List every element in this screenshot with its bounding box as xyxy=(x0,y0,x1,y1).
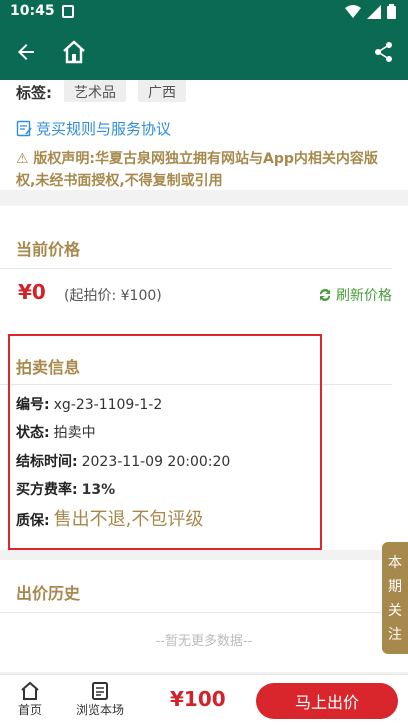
item-meta-section: 标签: 艺术品 广西 竞买规则与服务协议 ⚠ 版权声明:华夏古泉网独立拥有网站与… xyxy=(0,80,408,190)
end-time-value: 2023-11-09 20:00:20 xyxy=(81,454,231,470)
home-tab[interactable]: 首页 xyxy=(18,681,42,718)
follow-tab-char: 注 xyxy=(388,627,402,643)
sim-icon xyxy=(62,5,74,18)
status-row: 状态: 拍卖中 xyxy=(16,422,96,442)
lot-number-key: 编号: xyxy=(16,397,50,413)
wifi-icon xyxy=(345,4,361,18)
price-section-title: 当前价格 xyxy=(16,240,81,259)
divider xyxy=(0,612,392,613)
auction-info-title: 拍卖信息 xyxy=(16,358,81,377)
share-button[interactable] xyxy=(366,34,402,70)
home-icon xyxy=(63,40,85,64)
share-icon xyxy=(375,42,392,62)
divider xyxy=(0,384,392,385)
status-time: 10:45 xyxy=(10,3,55,19)
system-icons xyxy=(345,4,396,19)
lot-number-row: 编号: xg-23-1109-1-2 xyxy=(16,394,162,414)
bid-amount: ¥100 xyxy=(170,687,226,711)
follow-tab-char: 本 xyxy=(388,555,402,571)
buyer-fee-row: 买方费率: 13% xyxy=(16,479,115,499)
buyer-fee-value: 13% xyxy=(81,482,116,498)
tags-label: 标签: xyxy=(16,84,52,102)
browse-session-label: 浏览本场 xyxy=(76,703,125,717)
lot-number-value: xg-23-1109-1-2 xyxy=(53,397,163,413)
battery-icon xyxy=(387,4,396,19)
rules-link-text: 竞买规则与服务协议 xyxy=(36,120,172,138)
status-key: 状态: xyxy=(16,425,50,441)
document-icon xyxy=(92,682,108,700)
rules-link[interactable]: 竞买规则与服务协议 xyxy=(16,118,171,139)
browse-session-tab[interactable]: 浏览本场 xyxy=(76,681,124,718)
warranty-row: 质保: 售出不退,不包评级 xyxy=(16,505,203,531)
current-price: ¥0 xyxy=(18,280,46,304)
home-button[interactable] xyxy=(56,34,92,70)
bid-history-title: 出价历史 xyxy=(16,584,81,603)
signal-icon xyxy=(367,4,381,19)
back-arrow-icon xyxy=(18,44,34,60)
home-tab-label: 首页 xyxy=(18,703,43,717)
end-time-key: 结标时间: xyxy=(16,454,78,470)
tag-chip[interactable]: 广西 xyxy=(138,80,186,102)
refresh-icon xyxy=(320,289,330,301)
divider xyxy=(0,268,392,269)
buyer-fee-key: 买方费率: xyxy=(16,482,78,498)
warranty-value: 售出不退,不包评级 xyxy=(53,509,204,530)
refresh-price-label: 刷新价格 xyxy=(336,288,392,304)
status-value: 拍卖中 xyxy=(53,425,96,441)
follow-session-tab[interactable]: 本 期 关 注 xyxy=(382,542,408,654)
warranty-key: 质保: xyxy=(16,513,50,529)
back-button[interactable] xyxy=(8,34,44,70)
bottom-bar: 首页 浏览本场 ¥100 马上出价 xyxy=(0,674,408,725)
document-edit-icon xyxy=(16,120,32,137)
home-icon xyxy=(21,681,39,700)
bid-now-button[interactable]: 马上出价 xyxy=(256,683,398,719)
copyright-notice: ⚠ 版权声明:华夏古泉网独立拥有网站与App内相关内容版权,未经书面授权,不得复… xyxy=(16,151,378,189)
start-price: (起拍价: ¥100) xyxy=(64,288,162,304)
auction-info-section: 拍卖信息 编号: xg-23-1109-1-2 状态: 拍卖中 结标时间: 20… xyxy=(0,332,408,550)
end-time-row: 结标时间: 2023-11-09 20:00:20 xyxy=(16,451,230,471)
app-bar xyxy=(0,24,408,80)
follow-tab-char: 关 xyxy=(388,603,402,619)
bid-history-section: 出价历史 --暂无更多数据-- xyxy=(0,560,408,672)
price-section: 当前价格 ¥0 (起拍价: ¥100) 刷新价格 xyxy=(0,206,408,332)
status-bar: 10:45 xyxy=(0,0,408,24)
follow-tab-char: 期 xyxy=(388,579,402,595)
empty-state-text: --暂无更多数据-- xyxy=(155,634,253,649)
refresh-price-button[interactable]: 刷新价格 xyxy=(318,285,392,305)
tag-chip[interactable]: 艺术品 xyxy=(64,80,126,102)
